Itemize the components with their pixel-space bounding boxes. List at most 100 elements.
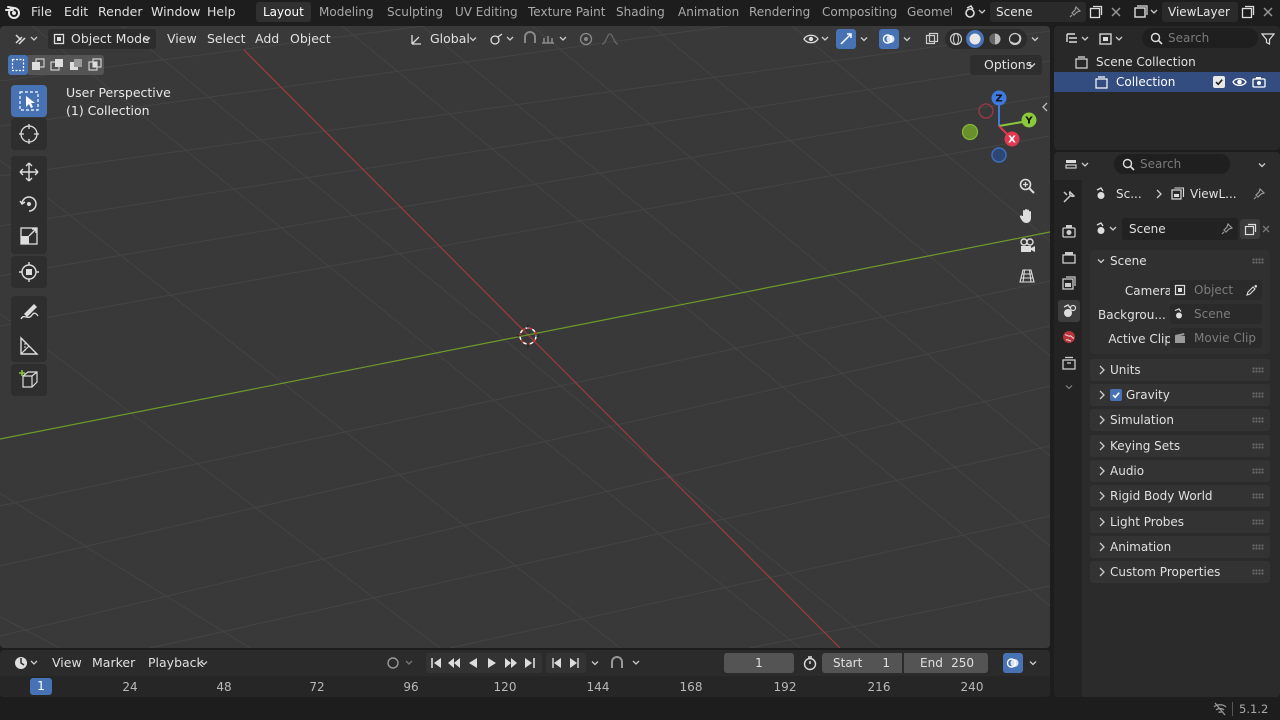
stopwatch-icon[interactable] [801,654,819,672]
move-tool-icon[interactable] [17,160,41,184]
tool-transform[interactable] [11,256,47,288]
camera-view-icon[interactable] [1014,233,1040,259]
select-invert-icon[interactable] [66,55,85,75]
next-keyframe-icon[interactable] [567,655,583,671]
annotate-tool-icon[interactable] [17,300,41,324]
outliner-row-collection[interactable]: Collection [1054,72,1280,92]
remove-scene-icon[interactable] [1260,223,1272,235]
navigation-gizmo[interactable]: Z Y X [955,88,1045,166]
menu-edit[interactable]: Edit [59,0,93,24]
chevron-down-icon[interactable] [588,654,602,672]
chevron-down-icon[interactable] [1254,156,1270,174]
menu-add[interactable]: Add [250,29,284,49]
scene-tab-icon[interactable] [1058,300,1080,322]
menu-object[interactable]: Object [285,29,336,49]
properties-editor-type-icon[interactable] [1064,156,1092,174]
jump-to-keyframe-prev-icon[interactable] [446,655,462,671]
scene-selector-icon[interactable] [962,3,988,21]
chevron-down-icon[interactable] [857,31,871,47]
tool-cursor[interactable] [11,118,47,150]
sidebar-toggle-icon[interactable] [1040,100,1050,114]
tab-sculpting[interactable]: Sculpting [380,2,450,22]
3d-viewport[interactable]: Object Mode View Select Add Object Globa… [0,26,1050,648]
properties-search-field[interactable]: Search [1114,154,1230,174]
mode-selector[interactable]: Object Mode [48,29,156,49]
frame-end-field[interactable]: End 250 [904,653,988,673]
simulation-panel[interactable]: Simulation [1090,409,1270,431]
menu-view[interactable]: View [162,29,202,49]
output-tab-icon[interactable] [1058,246,1080,268]
camera-render-icon[interactable] [1251,75,1267,89]
background-scene-field[interactable]: Scene [1170,304,1262,324]
xray-toggle-icon[interactable] [922,30,942,48]
frame-ruler[interactable] [0,676,1050,697]
editor-type-icon[interactable] [12,31,42,47]
scene-name-field[interactable]: Scene [1122,218,1238,240]
tab-uv-editing[interactable]: UV Editing [448,2,525,22]
eye-icon[interactable] [1231,75,1247,89]
new-scene-icon[interactable] [1240,219,1260,239]
zoom-icon[interactable] [1014,173,1040,199]
view-layer-tab-icon[interactable] [1058,272,1080,294]
tab-rendering[interactable]: Rendering [742,2,817,22]
drag-grip-icon[interactable] [1252,392,1264,398]
menu-file[interactable]: File [26,0,57,24]
wireframe-shading-icon[interactable] [947,30,965,48]
jump-to-end-icon[interactable] [522,655,538,671]
scale-tool-icon[interactable] [17,224,41,248]
timeline-menu-view[interactable]: View [47,653,87,673]
outliner-search-field[interactable]: Search [1142,28,1258,48]
filter-icon[interactable] [1260,30,1276,48]
eyedropper-icon[interactable] [1245,283,1259,297]
transform-orientation-selector[interactable]: Global [406,29,482,49]
tool-tab-icon[interactable] [1058,186,1080,208]
timeline-overlays-icon[interactable] [1003,653,1023,673]
pin-icon[interactable] [1068,5,1082,19]
snap-icon[interactable] [520,30,540,48]
drag-grip-icon[interactable] [1252,519,1264,525]
new-scene-icon[interactable] [1088,4,1104,20]
outliner-row-scene-collection[interactable]: Scene Collection [1054,52,1280,72]
play-reverse-icon[interactable] [465,655,481,671]
viewlayer-field[interactable]: ViewLayer [1162,2,1238,22]
current-frame-field[interactable]: 1 [724,653,794,673]
frame-start-field[interactable]: Start 1 [822,653,902,673]
gravity-checkbox-icon[interactable] [1110,389,1122,401]
select-intersect-icon[interactable] [85,55,104,75]
audio-panel[interactable]: Audio [1090,460,1270,482]
display-mode-icon[interactable] [1098,30,1128,48]
playback-dropdown[interactable]: Playback [142,653,212,673]
menu-render[interactable]: Render [93,0,148,24]
chevron-down-icon[interactable] [1028,31,1042,47]
timeline-editor-type-icon[interactable] [12,654,42,672]
proportional-editing-icon[interactable] [576,30,596,48]
select-new-icon[interactable] [8,55,28,75]
rigid-body-world-panel[interactable]: Rigid Body World [1090,485,1270,507]
play-icon[interactable] [484,655,500,671]
remove-viewlayer-icon[interactable] [1260,4,1276,20]
pin-icon[interactable] [1252,187,1266,201]
drag-grip-icon[interactable] [1252,417,1264,423]
tab-texture-paint[interactable]: Texture Paint [521,2,612,22]
animation-panel[interactable]: Animation [1090,536,1270,558]
light-probes-panel[interactable]: Light Probes [1090,511,1270,533]
keying-sets-panel[interactable]: Keying Sets [1090,435,1270,457]
prev-keyframe-icon[interactable] [548,655,564,671]
select-subtract-icon[interactable] [47,55,66,75]
camera-field[interactable]: Object [1170,280,1262,300]
render-tab-icon[interactable] [1058,220,1080,242]
auto-keying-icon[interactable] [383,654,419,672]
chevron-down-icon[interactable] [900,31,914,47]
drag-grip-icon[interactable] [1252,367,1264,373]
falloff-icon[interactable] [598,31,626,47]
measure-tool-icon[interactable] [17,334,41,358]
network-disabled-icon[interactable] [1212,701,1228,717]
remove-scene-icon[interactable] [1108,4,1124,20]
outliner-editor-type-icon[interactable] [1064,30,1092,48]
jump-to-keyframe-next-icon[interactable] [503,655,519,671]
tab-compositing[interactable]: Compositing [815,2,904,22]
viewlayer-selector-icon[interactable] [1132,3,1160,21]
gizmo-toggle-icon[interactable] [836,29,856,49]
breadcrumb-viewlayer[interactable]: ViewL... [1190,183,1237,205]
jump-to-start-icon[interactable] [428,655,444,671]
